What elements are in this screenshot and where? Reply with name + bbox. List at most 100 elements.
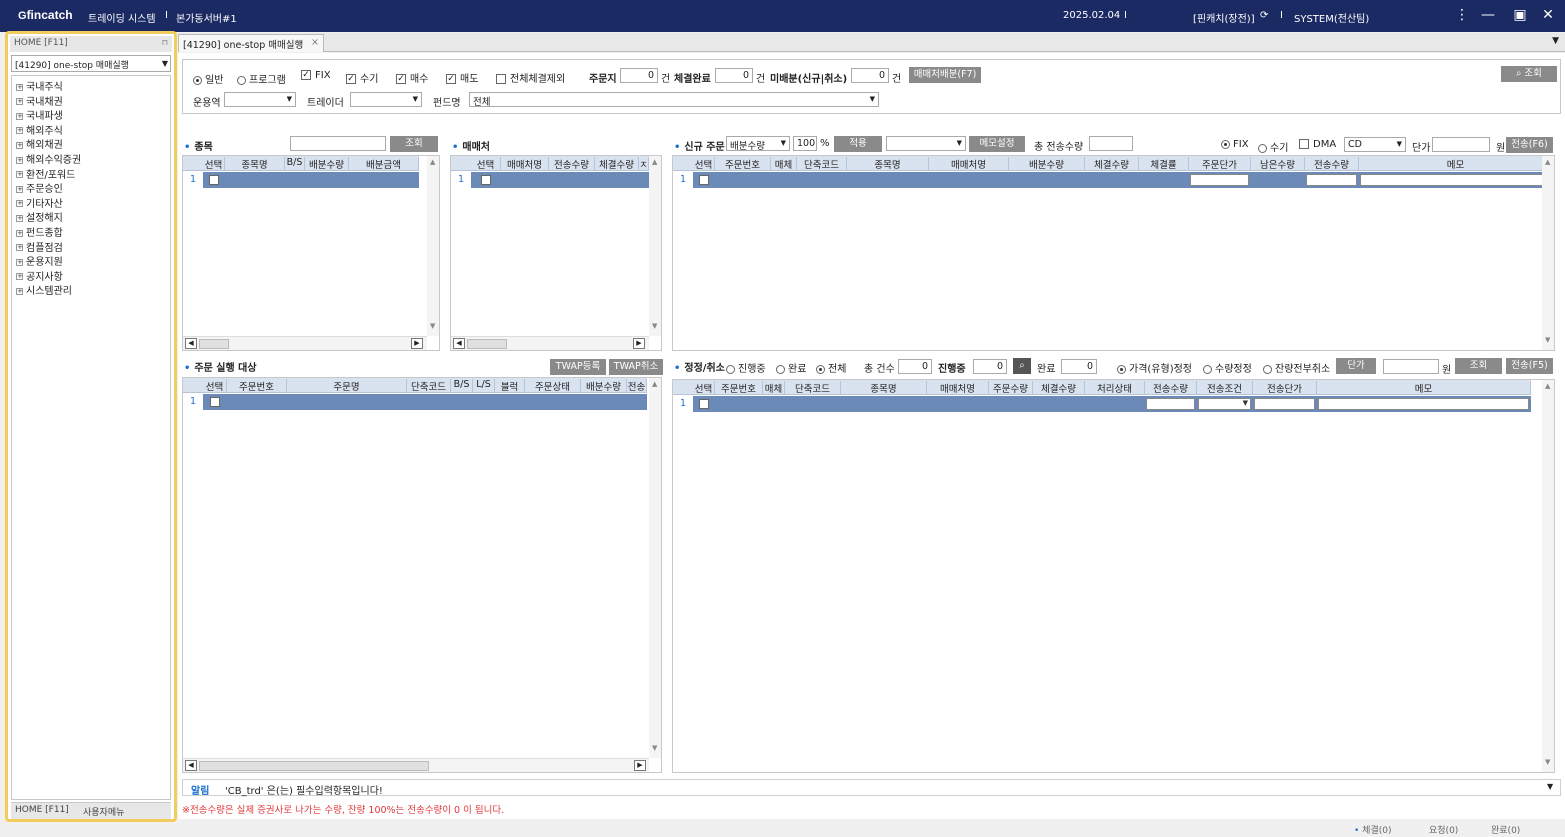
radio-done[interactable]: 완료	[776, 360, 806, 375]
column-header[interactable]: 전송수량	[549, 157, 595, 171]
column-header[interactable]: 단축코드	[785, 381, 841, 395]
column-header[interactable]: 주문번호	[227, 379, 287, 393]
tree-item[interactable]: + 주문승인	[16, 180, 63, 195]
radio-manual[interactable]: 수기	[1258, 139, 1288, 154]
column-header[interactable]: L/S	[473, 379, 495, 393]
row-checkbox[interactable]	[699, 175, 709, 185]
column-header[interactable]: 남은수량	[1251, 157, 1305, 171]
expand-icon[interactable]: +	[16, 214, 23, 222]
exec-hscroll[interactable]: ◀ ▶	[183, 758, 649, 772]
column-header[interactable]: 체결수량	[1085, 157, 1139, 171]
price-input[interactable]	[1432, 137, 1490, 152]
order-mode-select[interactable]: 배분수량 ▼	[726, 136, 790, 152]
column-header[interactable]: 종목명	[225, 157, 285, 171]
stock-query-button[interactable]: 조회	[390, 136, 438, 152]
column-header[interactable]: 매매처명	[501, 157, 549, 171]
amend-query-button[interactable]: 조회	[1455, 358, 1502, 374]
column-header[interactable]: 선택	[203, 379, 227, 393]
editable-cell[interactable]: ▼	[1198, 398, 1251, 410]
editable-cell[interactable]	[1306, 174, 1357, 186]
column-header[interactable]: 전송단가	[1253, 381, 1317, 395]
checkbox-fix[interactable]: ✓ FIX	[301, 70, 331, 81]
column-header[interactable]: 배분금액	[349, 157, 419, 171]
column-header[interactable]: 체결수량	[1033, 381, 1085, 395]
search-icon[interactable]: ⌕	[1013, 358, 1031, 374]
search-button[interactable]: ⌕ 조회	[1501, 66, 1557, 82]
column-header[interactable]: 전송조건	[1197, 381, 1253, 395]
column-header[interactable]: 주문수량	[989, 381, 1033, 395]
amend-vscroll[interactable]: ▲ ▼	[1542, 380, 1554, 772]
row-checkbox[interactable]	[209, 175, 219, 185]
column-header[interactable]: 종목명	[847, 157, 929, 171]
column-header[interactable]: 배분수량	[581, 379, 627, 393]
expand-icon[interactable]: +	[16, 156, 23, 164]
row-checkbox[interactable]	[481, 175, 491, 185]
radio-price-amend[interactable]: 가격(유형)정정	[1117, 360, 1192, 375]
column-header[interactable]: 주문명	[287, 379, 407, 393]
expand-icon[interactable]: +	[16, 273, 23, 281]
column-header[interactable]: B/S	[285, 157, 305, 171]
send-f5-button[interactable]: 전송(F5)	[1506, 358, 1553, 374]
column-header[interactable]: 단축코드	[407, 379, 451, 393]
expand-icon[interactable]: +	[16, 127, 23, 135]
tree-item[interactable]: + 펀드종합	[16, 224, 63, 239]
expand-icon[interactable]: +	[16, 200, 23, 208]
checkbox-exclude-all[interactable]: 전체체결제외	[496, 70, 565, 85]
column-header[interactable]: 메모	[1359, 157, 1553, 171]
column-header[interactable]: 주문번호	[715, 157, 771, 171]
twap-cancel-button[interactable]: TWAP취소	[609, 359, 663, 375]
expand-icon[interactable]: +	[16, 287, 23, 295]
chevron-down-icon[interactable]: ▼	[1547, 782, 1553, 791]
expand-icon[interactable]: +	[16, 141, 23, 149]
menu-select[interactable]: [41290] one-stop 매매실행 ▼	[11, 55, 171, 72]
column-header[interactable]: 매체	[763, 381, 785, 395]
expand-icon[interactable]: +	[16, 229, 23, 237]
column-header[interactable]: 선택	[693, 157, 715, 171]
editable-cell[interactable]	[1146, 398, 1195, 410]
manager-select[interactable]: ▼	[224, 92, 296, 107]
memo-select[interactable]: ▼	[886, 136, 966, 151]
trader-select[interactable]: ▼	[350, 92, 422, 107]
column-header[interactable]: 배분수량	[1009, 157, 1085, 171]
exec-vscroll[interactable]: ▲ ▼	[649, 378, 661, 758]
fund-select[interactable]: 전체 ▼	[469, 92, 879, 108]
tab-user-menu[interactable]: 사용자메뉴	[83, 805, 124, 818]
broker-vscroll[interactable]: ▲ ▼	[649, 156, 661, 336]
refresh-icon[interactable]: ⟳	[1260, 10, 1268, 21]
expand-icon[interactable]: +	[16, 83, 23, 91]
radio-fix[interactable]: FIX	[1221, 139, 1249, 150]
expand-icon[interactable]: +	[16, 98, 23, 106]
stock-hscroll[interactable]: ◀ ▶	[183, 336, 427, 350]
column-header[interactable]: 종목명	[841, 381, 927, 395]
tree-item[interactable]: + 환전/포워드	[16, 166, 75, 181]
amend-price-input[interactable]	[1383, 359, 1439, 374]
column-header[interactable]: 매체	[771, 157, 797, 171]
column-header[interactable]: 매매처명	[929, 157, 1009, 171]
column-header[interactable]: 주문단가	[1189, 157, 1251, 171]
column-header[interactable]: 전송	[627, 379, 647, 393]
column-header[interactable]: 매매처명	[927, 381, 989, 395]
expand-icon[interactable]: +	[16, 171, 23, 179]
column-header[interactable]: ㅈ	[639, 157, 649, 171]
column-header[interactable]: 선택	[693, 381, 715, 395]
column-header[interactable]: 배분수량	[305, 157, 349, 171]
radio-cancel-rest[interactable]: 잔량전부취소	[1263, 360, 1330, 375]
table-row[interactable]: 1	[451, 172, 649, 188]
column-header[interactable]: 단축코드	[797, 157, 847, 171]
pin-icon[interactable]: ⊓	[162, 38, 168, 47]
checkbox-buy[interactable]: ✓ 매수	[396, 70, 428, 85]
tree-item[interactable]: + 해외주식	[16, 122, 63, 137]
tree-item[interactable]: + 국내주식	[16, 78, 63, 93]
apply-button[interactable]: 적용	[834, 136, 882, 152]
checkbox-dma[interactable]: DMA	[1299, 139, 1336, 150]
editable-cell[interactable]	[1318, 398, 1529, 410]
stock-search-input[interactable]	[290, 136, 386, 151]
expand-icon[interactable]: +	[16, 244, 23, 252]
table-row[interactable]: 1	[673, 172, 1553, 188]
more-icon[interactable]: ⋮	[1452, 7, 1472, 23]
editable-cell[interactable]	[1190, 174, 1249, 186]
chevron-down-icon[interactable]: ▼	[1243, 399, 1248, 407]
tab-list-icon[interactable]: ▼	[1552, 36, 1559, 46]
table-row[interactable]: 1	[183, 394, 647, 410]
new-order-vscroll[interactable]: ▲ ▼	[1542, 156, 1554, 350]
